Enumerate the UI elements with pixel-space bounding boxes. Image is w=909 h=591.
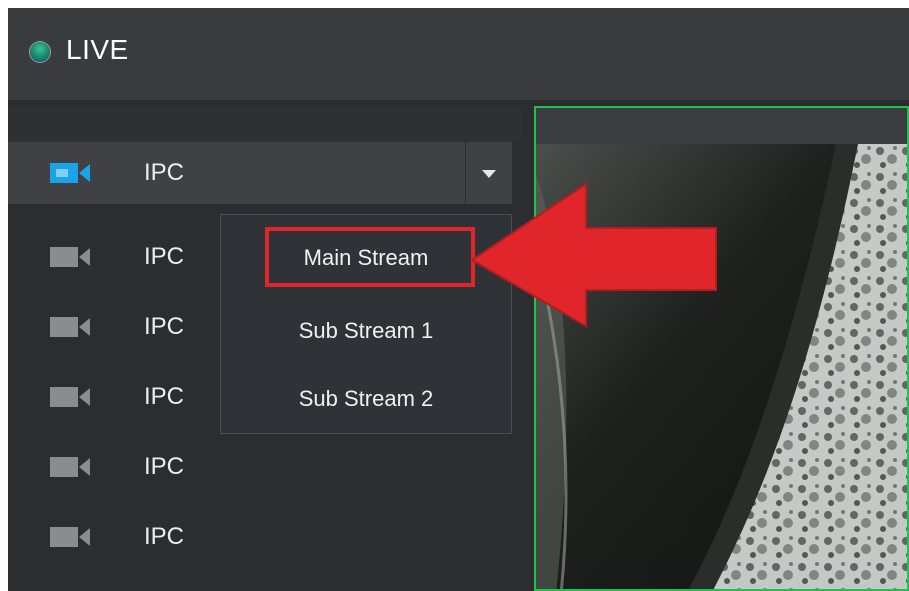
camera-icon: [50, 527, 90, 547]
camera-icon: [50, 387, 90, 407]
menu-item-sub-stream-2[interactable]: Sub Stream 2: [221, 386, 511, 412]
channel-label: IPC: [144, 243, 185, 270]
channel-label: IPC: [144, 313, 185, 340]
channel-list-header: [8, 106, 522, 142]
channel-label: IPC: [144, 159, 185, 186]
video-window[interactable]: [534, 106, 909, 591]
camera-icon: [50, 457, 90, 477]
channel-item-selected[interactable]: IPC: [8, 142, 512, 204]
red-arrow-annotation: [470, 182, 717, 328]
camera-icon: [50, 317, 90, 337]
channel-label: IPC: [144, 523, 185, 550]
page-title: LIVE: [66, 34, 129, 65]
chevron-down-icon: [482, 170, 496, 178]
channel-item[interactable]: IPC: [8, 506, 522, 568]
video-window-header: [536, 108, 907, 144]
top-bar: LIVE: [8, 8, 909, 100]
camera-icon: [50, 247, 90, 267]
channel-label: IPC: [144, 383, 185, 410]
highlight-annotation: [265, 227, 475, 287]
channel-item[interactable]: IPC: [8, 436, 522, 498]
live-status-icon: [30, 42, 50, 62]
camera-icon: [50, 163, 90, 183]
channel-label: IPC: [144, 453, 185, 480]
live-view-app: LIVE IPC IPC IPC IPC IPC IPC Main Stream…: [8, 8, 909, 591]
